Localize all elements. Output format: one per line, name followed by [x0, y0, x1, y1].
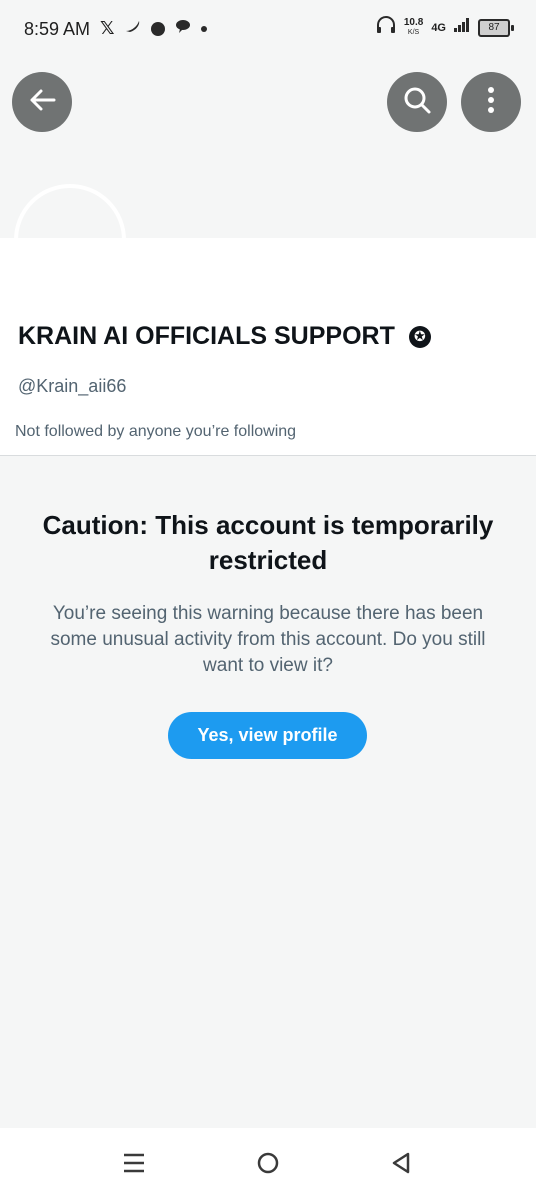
dot-icon [200, 25, 207, 32]
search-button[interactable] [387, 72, 447, 132]
caution-panel: Caution: This account is temporarily res… [0, 456, 536, 1128]
profile-name-row: KRAIN AI OFFICIALS SUPPORT ✪ [18, 322, 431, 351]
star-badge-icon: ✪ [408, 325, 431, 348]
nav-home-button[interactable] [253, 1150, 283, 1180]
headphones-icon [376, 16, 396, 39]
followed-by-text: Not followed by anyone you’re following [15, 423, 297, 440]
signal-icon [454, 18, 470, 37]
status-bar: 8:59 AM 𝕏 10.8 K/S 4G 87 [0, 0, 536, 60]
nav-menu-button[interactable] [119, 1150, 149, 1180]
menu-icon [123, 1153, 145, 1178]
system-nav-bar [0, 1128, 536, 1200]
profile-info: KRAIN AI OFFICIALS SUPPORT ✪ @Krain_aii6… [0, 238, 536, 455]
battery-icon: 87 [478, 18, 514, 37]
x-logo-icon: 𝕏 [100, 18, 115, 38]
network-type: 4G [431, 21, 446, 34]
back-button[interactable] [12, 72, 72, 132]
notification-icons: 𝕏 [100, 18, 207, 39]
caution-title: Caution: This account is temporarily res… [42, 510, 494, 575]
circle-app-icon [150, 21, 165, 36]
battery-level: 87 [478, 18, 510, 37]
net-speed: 10.8 K/S [403, 16, 424, 38]
back-triangle-icon [391, 1151, 411, 1180]
avatar[interactable] [14, 184, 126, 240]
home-icon [256, 1151, 280, 1180]
more-vertical-icon [487, 86, 495, 118]
nav-back-button[interactable] [386, 1150, 416, 1180]
search-icon [402, 85, 432, 120]
profile-screen: 8:59 AM 𝕏 10.8 K/S 4G 87 KRAIN AI OFFICI… [0, 0, 536, 1200]
view-profile-button[interactable]: Yes, view profile [168, 712, 367, 759]
more-options-button[interactable] [461, 72, 521, 132]
chat-bubble-icon [175, 19, 191, 38]
display-name: KRAIN AI OFFICIALS SUPPORT [18, 322, 395, 350]
status-time: 8:59 AM [24, 19, 91, 39]
caution-body: You’re seeing this warning because there… [50, 603, 486, 676]
profile-handle: @Krain_aii66 [18, 376, 127, 396]
chili-icon [125, 19, 141, 38]
arrow-left-icon [28, 88, 56, 117]
net-speed-unit: K/S [407, 28, 420, 36]
system-status-icons: 10.8 K/S 4G 87 [376, 16, 514, 39]
net-speed-value: 10.8 [403, 16, 424, 28]
